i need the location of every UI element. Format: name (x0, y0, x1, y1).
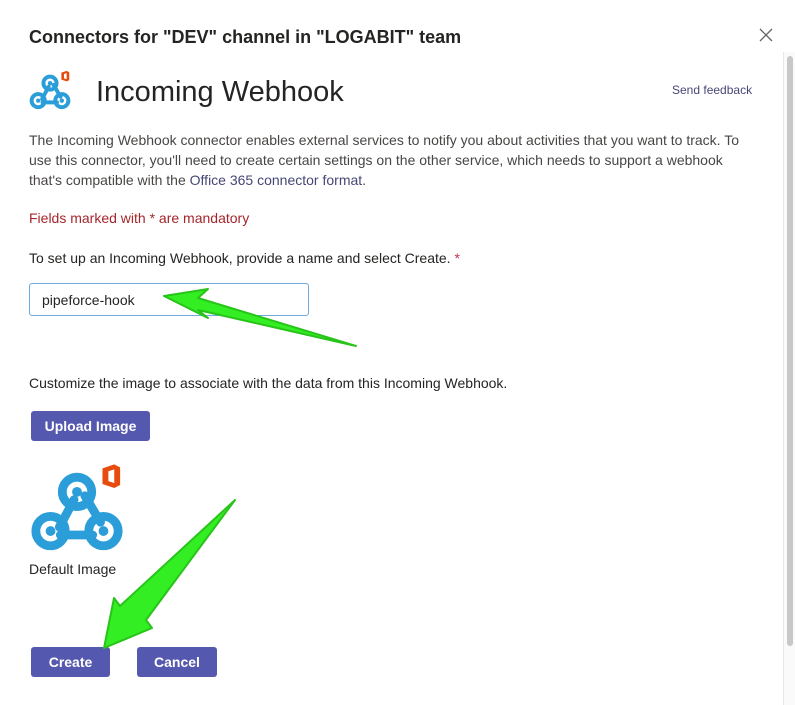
scrollbar[interactable] (783, 52, 795, 705)
office-connector-format-link[interactable]: Office 365 connector format (190, 172, 363, 188)
connector-name: Incoming Webhook (96, 76, 344, 108)
mandatory-note: Fields marked with * are mandatory (29, 210, 250, 226)
upload-image-button[interactable]: Upload Image (31, 411, 150, 441)
image-prompt-label: Customize the image to associate with th… (29, 375, 508, 391)
webhook-name-input[interactable] (29, 283, 309, 316)
webhook-office-logo-icon (29, 70, 71, 110)
dialog-title: Connectors for "DEV" channel in "LOGABIT… (29, 27, 462, 47)
scroll-thumb[interactable] (787, 56, 793, 646)
name-prompt-text: To set up an Incoming Webhook, provide a… (29, 250, 451, 266)
default-webhook-image-icon (31, 464, 123, 551)
connector-dialog: Connectors for "DEV" channel in "LOGABIT… (0, 0, 795, 705)
default-image-caption: Default Image (29, 561, 117, 577)
description-text: The Incoming Webhook connector enables e… (29, 132, 739, 188)
name-prompt-label: To set up an Incoming Webhook, provide a… (29, 250, 460, 266)
description-end: . (362, 172, 367, 188)
cancel-button[interactable]: Cancel (137, 647, 217, 677)
send-feedback-link[interactable]: Send feedback (672, 83, 752, 97)
required-marker: * (454, 250, 460, 266)
connector-description: The Incoming Webhook connector enables e… (29, 130, 759, 190)
create-button[interactable]: Create (31, 647, 110, 677)
close-icon[interactable] (757, 26, 775, 44)
